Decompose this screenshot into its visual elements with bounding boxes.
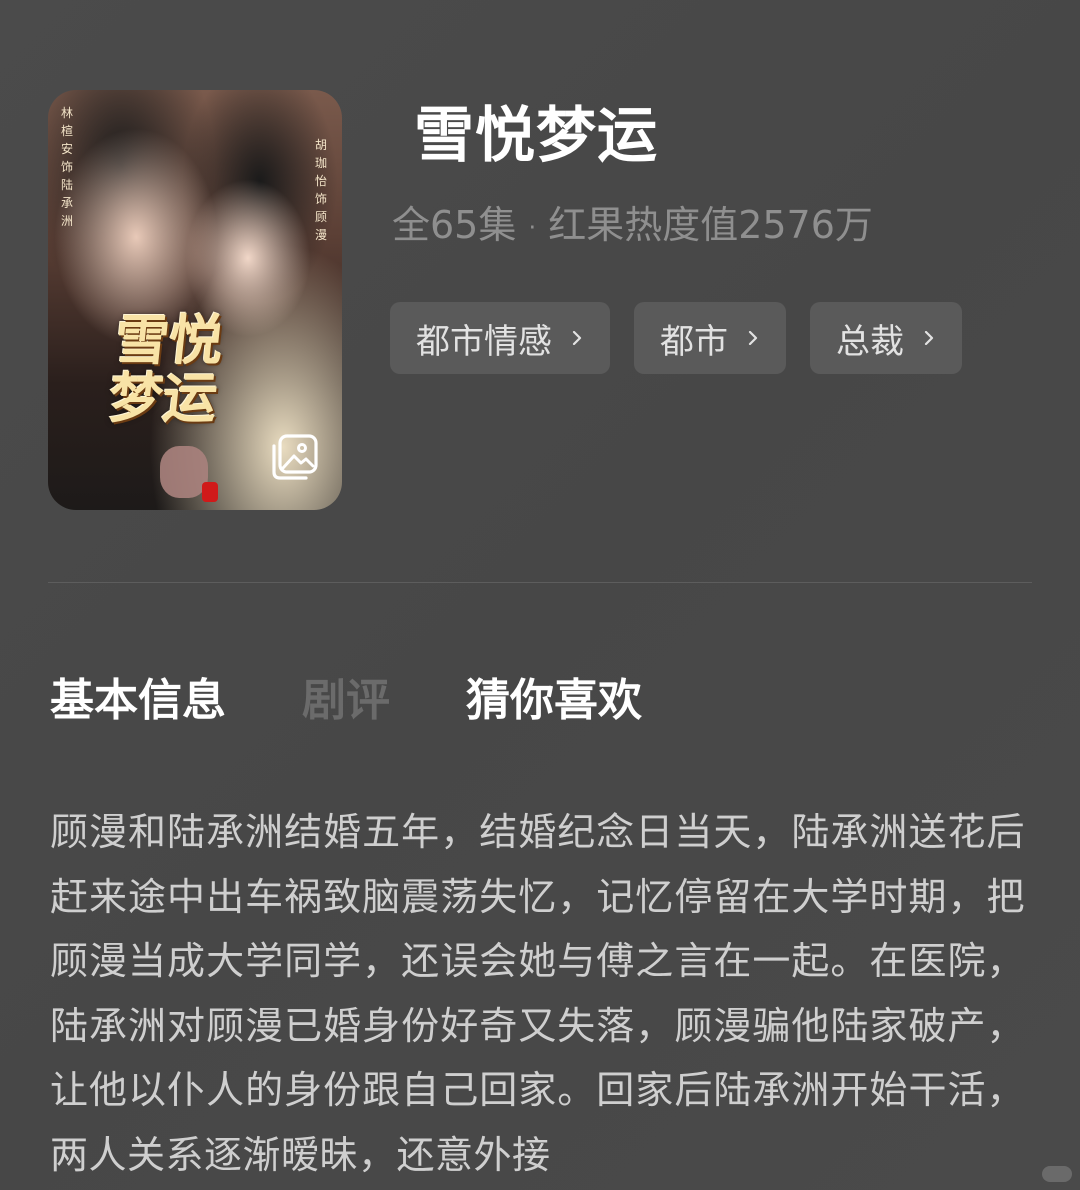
tag-urban[interactable]: 都市 <box>634 302 786 374</box>
heat-value: 红果热度值2576万 <box>548 203 873 247</box>
image-gallery-icon[interactable] <box>270 432 320 482</box>
poster-title-art: 雪悦梦运 <box>105 309 227 430</box>
tag-label: 总裁 <box>836 321 904 362</box>
poster-red-mark <box>202 482 218 502</box>
drama-poster[interactable]: 林楦安饰陆承洲 胡珈怡饰顾漫 雪悦梦运 <box>48 90 342 510</box>
tag-ceo[interactable]: 总裁 <box>810 302 962 374</box>
tag-label: 都市 <box>660 321 728 362</box>
poster-blur-patch <box>160 446 208 498</box>
tag-urban-romance[interactable]: 都市情感 <box>390 302 610 374</box>
episode-count: 全65集 <box>392 203 517 247</box>
tab-basic-info[interactable]: 基本信息 <box>50 672 226 730</box>
tag-label: 都市情感 <box>416 321 552 362</box>
chevron-right-icon <box>572 331 582 345</box>
poster-cast-left: 林楦安饰陆承洲 <box>60 106 73 228</box>
section-divider <box>48 582 1032 583</box>
synopsis-text: 顾漫和陆承洲结婚五年，结婚纪念日当天，陆承洲送花后赶来途中出车祸致脑震荡失忆，记… <box>50 810 1025 1177</box>
watermark-badge <box>1042 1166 1072 1182</box>
meta-separator: · <box>528 213 537 242</box>
genre-tags: 都市情感 都市 总裁 <box>390 302 962 374</box>
drama-title: 雪悦梦运 <box>414 101 658 171</box>
tab-reviews[interactable]: 剧评 <box>302 672 390 730</box>
info-tabs: 基本信息 剧评 猜你喜欢 <box>50 672 642 730</box>
poster-cast-right: 胡珈怡饰顾漫 <box>314 138 327 242</box>
tab-recommendations[interactable]: 猜你喜欢 <box>466 672 642 730</box>
drama-meta: 全65集 · 红果热度值2576万 <box>392 200 873 253</box>
chevron-right-icon <box>748 331 758 345</box>
chevron-right-icon <box>924 331 934 345</box>
